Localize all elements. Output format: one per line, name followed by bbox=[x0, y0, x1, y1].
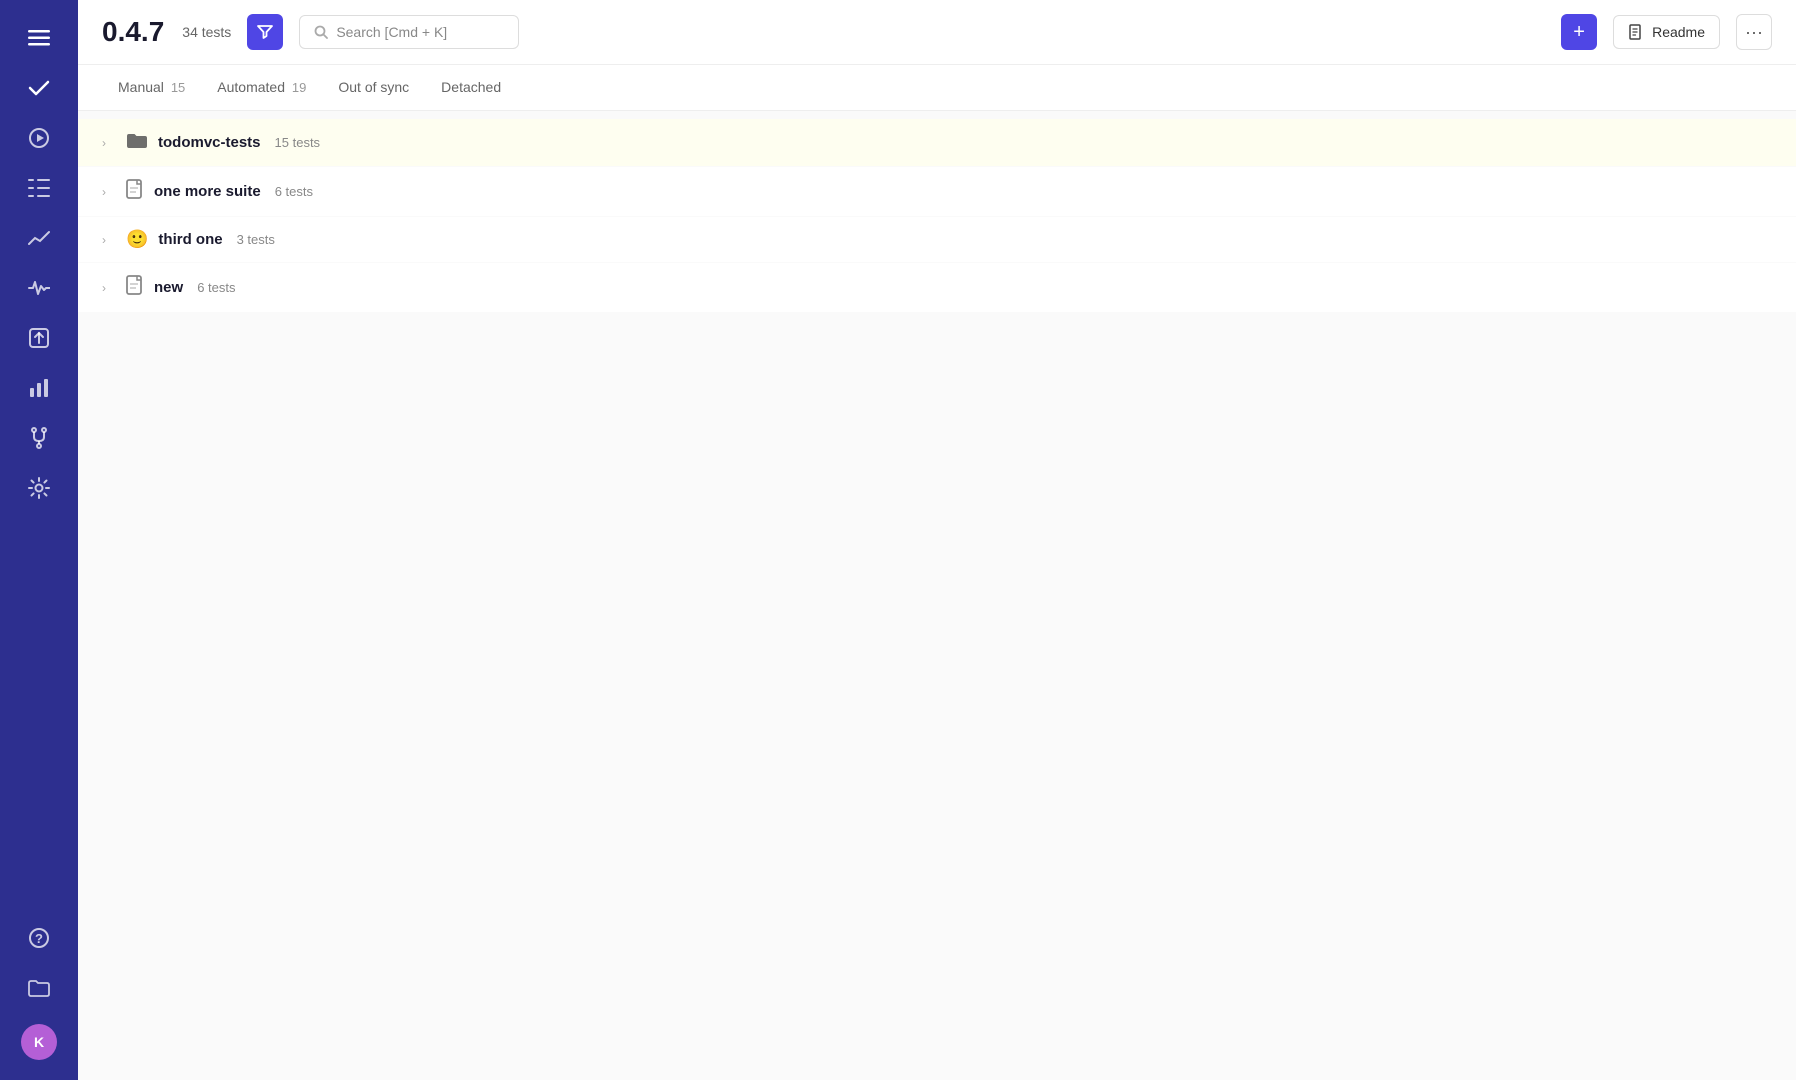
file-suite-icon-new bbox=[126, 275, 144, 300]
chart-icon[interactable] bbox=[17, 366, 61, 410]
header: 0.4.7 34 tests Search [Cmd + K] + Readme bbox=[78, 0, 1796, 65]
tab-automated-label: Automated bbox=[217, 79, 285, 95]
suite-name-third-one: third one bbox=[158, 231, 222, 248]
tab-automated[interactable]: Automated 19 bbox=[201, 65, 322, 111]
tab-manual[interactable]: Manual 15 bbox=[102, 65, 201, 111]
total-test-count: 34 tests bbox=[182, 24, 231, 40]
activity-icon[interactable] bbox=[17, 266, 61, 310]
version-label: 0.4.7 bbox=[102, 16, 164, 48]
tab-detached[interactable]: Detached bbox=[425, 65, 517, 111]
suite-row-one-more[interactable]: › one more suite 6 tests bbox=[78, 167, 1796, 216]
sidebar: ? K bbox=[0, 0, 78, 1080]
suite-count-new: 6 tests bbox=[197, 280, 235, 295]
filter-button[interactable] bbox=[247, 14, 283, 50]
suite-name-one-more: one more suite bbox=[154, 183, 261, 200]
tab-automated-count: 19 bbox=[292, 80, 306, 95]
readme-icon bbox=[1628, 24, 1644, 40]
readme-label: Readme bbox=[1652, 24, 1705, 40]
suite-row-todomvc[interactable]: › todomvc-tests 15 tests bbox=[78, 119, 1796, 166]
suite-list: › todomvc-tests 15 tests › one more suit… bbox=[78, 111, 1796, 1080]
tab-manual-label: Manual bbox=[118, 79, 164, 95]
suite-name-new: new bbox=[154, 279, 183, 296]
suite-count-one-more: 6 tests bbox=[275, 184, 313, 199]
check-icon[interactable] bbox=[17, 66, 61, 110]
suite-name-todomvc: todomvc-tests bbox=[158, 134, 261, 151]
more-button[interactable]: ··· bbox=[1736, 14, 1772, 50]
suite-row-new[interactable]: › new 6 tests bbox=[78, 263, 1796, 312]
search-placeholder: Search [Cmd + K] bbox=[336, 24, 447, 40]
folder-icon[interactable] bbox=[17, 966, 61, 1010]
tab-out-of-sync-label: Out of sync bbox=[338, 79, 409, 95]
export-icon[interactable] bbox=[17, 316, 61, 360]
file-suite-icon bbox=[126, 179, 144, 204]
user-avatar[interactable]: K bbox=[21, 1024, 57, 1060]
suite-count-third-one: 3 tests bbox=[237, 232, 275, 247]
chevron-icon: › bbox=[102, 281, 116, 295]
tab-detached-label: Detached bbox=[441, 79, 501, 95]
menu-icon[interactable] bbox=[17, 16, 61, 60]
chevron-icon: › bbox=[102, 185, 116, 199]
tab-manual-count: 15 bbox=[171, 80, 185, 95]
tab-out-of-sync[interactable]: Out of sync bbox=[322, 65, 425, 111]
search-icon bbox=[314, 25, 328, 39]
svg-text:?: ? bbox=[35, 931, 43, 946]
main-content: 0.4.7 34 tests Search [Cmd + K] + Readme bbox=[78, 0, 1796, 1080]
suite-row-third-one[interactable]: › 🙂 third one 3 tests bbox=[78, 217, 1796, 262]
tabs-bar: Manual 15 Automated 19 Out of sync Detac… bbox=[78, 65, 1796, 111]
play-icon[interactable] bbox=[17, 116, 61, 160]
chevron-icon: › bbox=[102, 136, 116, 150]
readme-button[interactable]: Readme bbox=[1613, 15, 1720, 49]
folder-suite-icon bbox=[126, 131, 148, 154]
fork-icon[interactable] bbox=[17, 416, 61, 460]
search-box[interactable]: Search [Cmd + K] bbox=[299, 15, 519, 49]
settings-icon[interactable] bbox=[17, 466, 61, 510]
add-button[interactable]: + bbox=[1561, 14, 1597, 50]
help-icon[interactable]: ? bbox=[17, 916, 61, 960]
suite-count-todomvc: 15 tests bbox=[275, 135, 321, 150]
emoji-suite-icon: 🙂 bbox=[126, 229, 148, 250]
trending-icon[interactable] bbox=[17, 216, 61, 260]
list-icon[interactable] bbox=[17, 166, 61, 210]
chevron-icon: › bbox=[102, 233, 116, 247]
